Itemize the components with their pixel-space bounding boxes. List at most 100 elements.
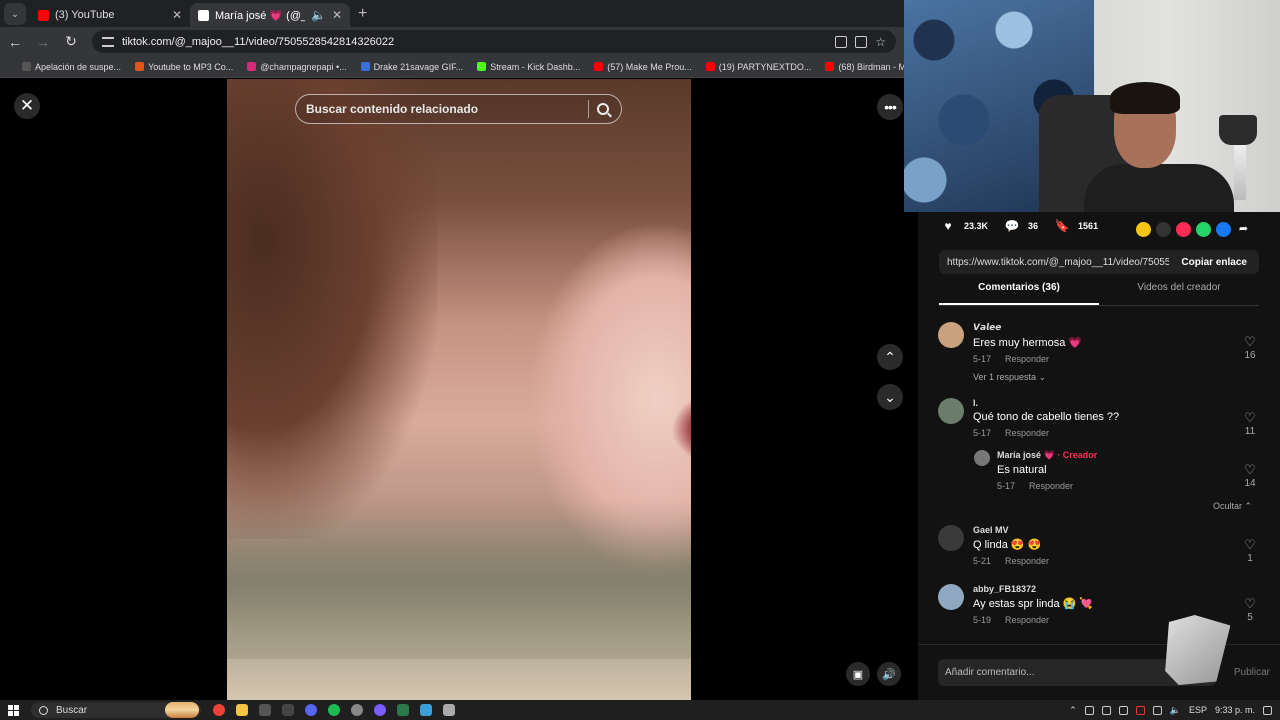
lamp-base — [1234, 145, 1246, 200]
reload-button[interactable]: ↻ — [64, 33, 78, 50]
reply-button[interactable]: Responder — [1005, 354, 1049, 364]
windows-start-icon[interactable] — [8, 704, 19, 716]
new-tab-button[interactable]: + — [358, 5, 367, 23]
related-search-input[interactable]: Buscar contenido relacionado — [295, 94, 622, 124]
comment-text: Qué tono de cabello tienes ?? — [973, 411, 1120, 423]
search-placeholder: Buscar contenido relacionado — [306, 102, 479, 116]
comment-like[interactable]: ♡ 5 — [1240, 596, 1260, 623]
bookmark-item[interactable]: @champagnepapi •... — [247, 62, 347, 72]
volume-button[interactable]: 🔊 — [877, 662, 901, 686]
tab-creator-videos[interactable]: Videos del creador — [1099, 282, 1259, 305]
coin-icon[interactable] — [1136, 222, 1151, 237]
share-link-row: https://www.tiktok.com/@_majoo__11/video… — [939, 250, 1259, 274]
install-icon[interactable] — [855, 35, 868, 48]
comment-like[interactable]: ♡ 16 — [1240, 334, 1260, 361]
bookmark-item[interactable]: Youtube to MP3 Co... — [135, 62, 233, 72]
bookmark-item[interactable]: (68) Birdman - Mon... — [825, 62, 904, 72]
more-options-button[interactable]: ••• — [877, 94, 903, 120]
store-icon[interactable] — [259, 704, 271, 716]
view-replies-button[interactable]: Ver 1 respuesta ⌄ — [973, 372, 1233, 383]
omnibox[interactable]: tiktok.com/@_majoo__11/video/75055285428… — [92, 30, 896, 53]
app-icon[interactable] — [420, 704, 432, 716]
reply-button[interactable]: Responder — [1005, 556, 1049, 566]
tab-tiktok[interactable]: María josé 💗 (@_majoo_ 🔈 ✕ — [190, 3, 350, 27]
bookmark-item[interactable]: Stream - Kick Dashb... — [477, 62, 580, 72]
obs-icon[interactable] — [351, 704, 363, 716]
comment-username[interactable]: I. — [973, 398, 1233, 408]
volume-icon[interactable]: 🔈 — [1170, 705, 1181, 716]
comment-username[interactable]: 𝙑𝙖𝙡𝙚𝙚 — [973, 322, 1233, 333]
avatar[interactable] — [938, 525, 964, 551]
avatar[interactable] — [974, 450, 990, 466]
comment-like-count: 5 — [1247, 612, 1253, 623]
url-text: tiktok.com/@_majoo__11/video/75055285428… — [122, 35, 395, 48]
back-button[interactable]: ← — [8, 34, 22, 50]
facebook-icon[interactable] — [1216, 222, 1231, 237]
hide-replies-button[interactable]: Ocultar ⌃ — [1213, 501, 1252, 512]
clock[interactable]: 9:33 p. m. — [1215, 705, 1255, 715]
post-button[interactable]: Publicar — [1234, 667, 1270, 678]
reply-button[interactable]: Responder — [1005, 428, 1049, 438]
heart-icon[interactable]: ♥ — [940, 218, 956, 234]
comment-username[interactable]: Gael MV — [973, 525, 1233, 535]
close-tab-icon[interactable]: ✕ — [332, 8, 342, 22]
reply-like[interactable]: ♡ 14 — [1240, 462, 1260, 489]
terminal-icon[interactable] — [282, 704, 294, 716]
share-icon[interactable]: ➦ — [1236, 222, 1251, 237]
app-icon[interactable] — [397, 704, 409, 716]
comment-username[interactable]: abby_FB18372 — [973, 584, 1233, 594]
whatsapp-icon[interactable] — [1196, 222, 1211, 237]
app-icon[interactable] — [443, 704, 455, 716]
address-bar-row: ← → ↻ tiktok.com/@_majoo__11/video/75055… — [0, 27, 904, 56]
search-icon[interactable] — [597, 103, 609, 115]
site-info-icon[interactable] — [102, 36, 114, 47]
bookmark-item[interactable]: Apelación de suspe... — [22, 62, 121, 72]
heart-outline-icon: ♡ — [1244, 596, 1256, 611]
avatar[interactable] — [938, 322, 964, 348]
webcam-overlay — [904, 0, 1280, 212]
tray-icon[interactable] — [1101, 705, 1111, 715]
share-link[interactable]: https://www.tiktok.com/@_majoo__11/video… — [939, 257, 1169, 268]
comment-like[interactable]: ♡ 1 — [1240, 537, 1260, 564]
burger-widget-icon[interactable] — [165, 702, 199, 718]
next-video-button[interactable]: ⌄ — [877, 384, 903, 410]
network-icon[interactable] — [1152, 705, 1162, 715]
video-player[interactable] — [227, 79, 691, 700]
close-button[interactable]: ✕ — [14, 93, 40, 119]
notification-icon[interactable] — [1263, 705, 1272, 715]
avatar[interactable] — [938, 584, 964, 610]
embed-icon[interactable] — [1156, 222, 1171, 237]
tab-youtube[interactable]: (3) YouTube ✕ — [30, 3, 190, 27]
chevron-up-icon[interactable]: ⌃ — [1069, 705, 1077, 716]
app-icon[interactable] — [374, 704, 386, 716]
bookmark-icon[interactable]: 🔖 — [1054, 218, 1070, 234]
reply-button[interactable]: Responder — [1029, 481, 1073, 491]
comment-like[interactable]: ♡ 11 — [1240, 410, 1260, 437]
tray-icon[interactable] — [1084, 705, 1094, 715]
star-icon[interactable]: ☆ — [875, 35, 886, 49]
bookmark-item[interactable]: (57) Make Me Prou... — [594, 62, 692, 72]
copy-link-button[interactable]: Copiar enlace — [1169, 257, 1259, 268]
language-indicator[interactable]: ESP — [1189, 705, 1207, 715]
spotify-icon[interactable] — [328, 704, 340, 716]
chrome-icon[interactable] — [213, 704, 225, 716]
previous-video-button[interactable]: ⌃ — [877, 344, 903, 370]
forward-button[interactable]: → — [36, 34, 50, 50]
tab-search-button[interactable]: ⌄ — [4, 3, 26, 25]
discord-icon[interactable] — [305, 704, 317, 716]
file-explorer-icon[interactable] — [236, 704, 248, 716]
bookmark-item[interactable]: (19) PARTYNEXTDO... — [705, 62, 811, 72]
translate-icon[interactable] — [835, 35, 848, 48]
pip-button[interactable]: ▣ — [846, 662, 870, 686]
mic-icon[interactable] — [1118, 705, 1128, 715]
reply-username[interactable]: María josé 💗 — [997, 450, 1055, 460]
tab-comments[interactable]: Comentarios (36) — [939, 282, 1099, 305]
avatar[interactable] — [938, 398, 964, 424]
close-tab-icon[interactable]: ✕ — [172, 8, 182, 22]
reply-button[interactable]: Responder — [1005, 615, 1049, 625]
bookmark-item[interactable]: Drake 21savage GIF... — [360, 62, 463, 72]
send-icon[interactable] — [1176, 222, 1191, 237]
speaker-icon[interactable]: 🔈 — [311, 8, 326, 22]
tray-icon[interactable] — [1135, 705, 1145, 715]
comment-icon[interactable]: 💬 — [1004, 218, 1020, 234]
